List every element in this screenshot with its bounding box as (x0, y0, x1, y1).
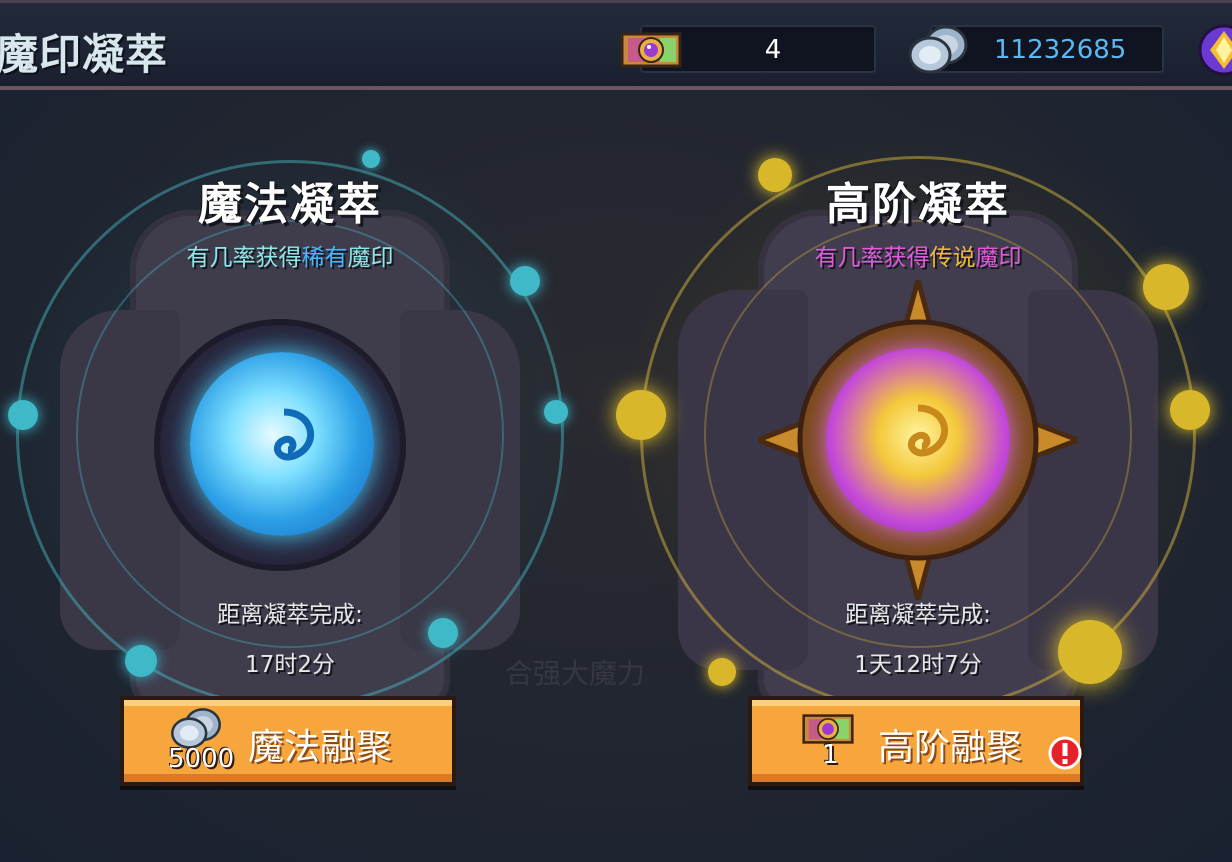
orb-dot (544, 400, 568, 424)
desc-suffix: 魔印 (347, 245, 394, 271)
top-bar: 魔印凝萃 4 11232685 (0, 0, 1232, 90)
cost-value: 5000 (168, 744, 235, 774)
cost-value: 1 (822, 740, 839, 770)
desc-suffix: 魔印 (975, 245, 1022, 271)
rarity-rare: 稀有 (301, 245, 348, 271)
silver-count: 11232685 (994, 35, 1127, 65)
swirl-rune-icon (274, 408, 315, 461)
timer-value: 1天12时7分 (854, 652, 982, 678)
swirl-rune-icon (908, 404, 949, 457)
gem-icon (1198, 24, 1232, 76)
card-title: 高阶凝萃 (826, 179, 1010, 230)
page-title: 魔印凝萃 (0, 30, 169, 79)
button-label: 高阶融聚 (878, 727, 1023, 768)
advanced-extraction-card: 高阶凝萃 有几率获得传说魔印 距离凝萃完成: 1天12时7分 1 高阶融聚 (616, 90, 1218, 862)
timer-label: 距离凝萃完成: (217, 602, 363, 628)
extraction-stage: 合强大魔力 魔法凝萃 有几率获得稀有魔印 距离凝萃完成: 17时2分 5000 … (0, 90, 1232, 862)
orb-dot (362, 150, 380, 168)
magic-fuse-button[interactable]: 5000 魔法融聚 (120, 696, 456, 786)
silver-coins-icon (908, 25, 968, 74)
timer-label: 距离凝萃完成: (845, 602, 991, 628)
orb-dot (8, 400, 38, 430)
orb-dot (1170, 390, 1210, 430)
card-title: 魔法凝萃 (198, 179, 382, 230)
magic-extraction-card: 魔法凝萃 有几率获得稀有魔印 距离凝萃完成: 17时2分 5000 魔法融聚 (0, 90, 590, 862)
card-description: 有几率获得稀有魔印 (0, 238, 590, 272)
button-label: 魔法融聚 (248, 727, 393, 768)
orb-dot (616, 390, 666, 440)
ticket-icon (620, 32, 682, 68)
desc-prefix: 有几率获得 (814, 245, 930, 271)
rarity-legend: 传说 (929, 245, 976, 271)
card-description: 有几率获得传说魔印 (618, 238, 1218, 272)
desc-prefix: 有几率获得 (186, 245, 302, 271)
alert-badge-icon (1048, 736, 1082, 770)
advanced-fuse-button[interactable]: 1 高阶融聚 (748, 696, 1084, 786)
timer-value: 17时2分 (245, 652, 335, 678)
